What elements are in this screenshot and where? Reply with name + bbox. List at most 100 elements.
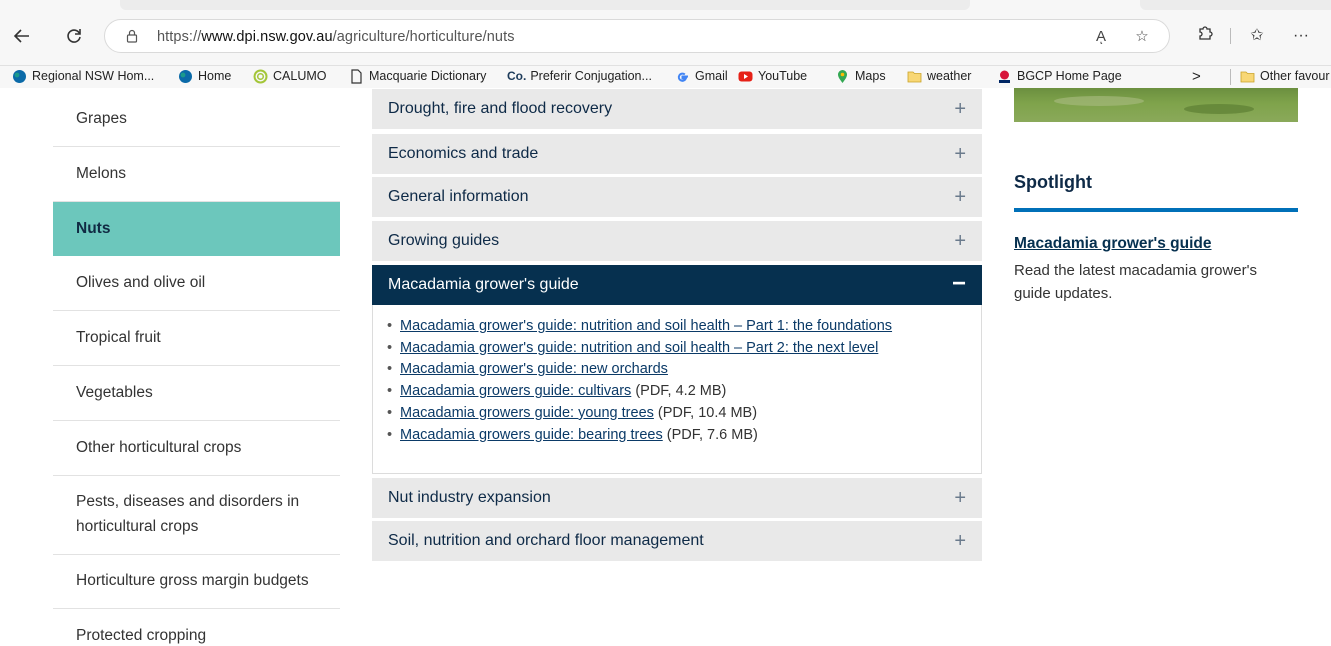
bookmark-label: YouTube [758, 69, 808, 83]
nsw-icon [999, 70, 1010, 83]
bookmark-label: BGCP Home Page [1017, 69, 1122, 83]
bookmark-bgcp[interactable]: BGCP Home Page [997, 66, 1122, 86]
sidenav-item-label: Other horticultural crops [76, 438, 242, 456]
bookmark-weather[interactable]: weather [907, 66, 971, 86]
accordion-panel-macadamia: • Macadamia grower's guide: nutrition and… [372, 305, 982, 474]
accordion-title: Nut industry expansion [388, 489, 551, 506]
accordion-title: Economics and trade [388, 145, 539, 162]
lock-icon[interactable] [125, 29, 139, 43]
bullet: • [387, 404, 393, 421]
plus-icon: + [954, 487, 966, 509]
link-bearing-trees[interactable]: Macadamia growers guide: bearing trees [400, 427, 663, 443]
home-site-icon [179, 69, 192, 83]
maps-icon [838, 69, 847, 83]
sidenav-item-melons[interactable]: Melons [53, 147, 340, 202]
sidenav-item-other-crops[interactable]: Other horticultural crops [53, 421, 340, 476]
sidenav-item-tropical-fruit[interactable]: Tropical fruit [53, 311, 340, 366]
bookmark-other-favourites[interactable]: Other favour [1240, 66, 1329, 86]
sidenav-item-pests[interactable]: Pests, diseases and disorders in horticu… [53, 476, 340, 555]
plus-icon: + [954, 530, 966, 552]
regional-nsw-icon [13, 69, 26, 83]
list-item: • Macadamia grower's guide: new orchards [387, 359, 981, 381]
accordion-title: Soil, nutrition and orchard floor manage… [388, 532, 704, 549]
sidenav-item-gross-margin[interactable]: Horticulture gross margin budgets [53, 555, 340, 609]
bullet: • [387, 426, 393, 443]
minus-icon: − [951, 270, 966, 297]
accordion-macadamia-growers-guide[interactable]: Macadamia grower's guide − [372, 265, 982, 305]
accordion-title: Macadamia grower's guide [388, 276, 579, 293]
link-suffix: (PDF, 7.6 MB) [662, 426, 758, 443]
sidenav-item-olives[interactable]: Olives and olive oil [53, 256, 340, 311]
plus-icon: + [954, 98, 966, 120]
bookmark-gmail[interactable]: Gmail [675, 66, 728, 86]
sidenav-item-label: Grapes [76, 109, 127, 127]
accordion-soil-nutrition[interactable]: Soil, nutrition and orchard floor manage… [372, 521, 982, 561]
sidenav-item-vegetables[interactable]: Vegetables [53, 366, 340, 421]
sidenav-item-label: Horticulture gross margin budgets [76, 572, 309, 590]
puzzle-icon [1199, 26, 1213, 40]
accordion-economics-trade[interactable]: Economics and trade + [372, 134, 982, 174]
bookmarks-bar: Regional NSW Hom... Home CALUMO Macquari… [0, 66, 1331, 88]
accordion-general-information[interactable]: General information + [372, 177, 982, 217]
sidenav-item-label: Olives and olive oil [76, 273, 206, 291]
co-icon: Co. [507, 68, 527, 83]
link-cultivars[interactable]: Macadamia growers guide: cultivars [400, 383, 631, 399]
accordion-growing-guides[interactable]: Growing guides + [372, 221, 982, 261]
refresh-icon [67, 29, 81, 43]
bullet: • [387, 383, 393, 400]
favourite-star-icon[interactable]: ☆ [1131, 26, 1153, 48]
bookmark-preferir[interactable]: Co. Preferir Conjugation... [507, 66, 652, 86]
link-new-orchards[interactable]: Macadamia grower's guide: new orchards [400, 361, 668, 377]
accordion-title: General information [388, 188, 529, 205]
url-text[interactable]: https://www.dpi.nsw.gov.au/agriculture/h… [157, 29, 515, 45]
image-detail [1054, 96, 1144, 106]
sidenav-item-nuts[interactable]: Nuts [53, 202, 340, 256]
bookmark-macquarie[interactable]: Macquarie Dictionary [349, 66, 486, 86]
url-prefix: https:// [157, 29, 202, 45]
google-icon [677, 72, 688, 82]
spotlight-divider [1014, 208, 1298, 212]
spotlight-heading: Spotlight [1014, 172, 1092, 192]
list-item: • Macadamia growers guide: cultivars (PDF… [387, 381, 981, 403]
link-nutrition-part-1[interactable]: Macadamia grower's guide: nutrition and … [400, 318, 892, 334]
sidenav-item-protected-cropping[interactable]: Protected cropping [53, 609, 340, 646]
spotlight-link[interactable]: Macadamia grower's guide [1014, 235, 1212, 253]
youtube-icon [738, 71, 753, 81]
more-options-icon[interactable]: ··· [1288, 23, 1314, 49]
bookmark-maps[interactable]: Maps [835, 66, 886, 86]
image-detail [1184, 104, 1254, 114]
bookmark-label: Maps [855, 69, 886, 83]
bookmark-home[interactable]: Home [178, 66, 231, 86]
bookmark-youtube[interactable]: YouTube [738, 66, 807, 86]
sidenav-item-grapes[interactable]: Grapes [53, 92, 340, 147]
accordion-title: Drought, fire and flood recovery [388, 100, 613, 117]
accordion-title: Growing guides [388, 232, 500, 249]
plus-icon: + [954, 143, 966, 165]
folder-icon [907, 71, 922, 82]
read-aloud-icon[interactable]: Aͅ [1090, 26, 1112, 48]
bookmark-label: Preferir Conjugation... [530, 69, 652, 83]
bookmark-label: Regional NSW Hom... [32, 69, 155, 83]
sidenav-item-label: Vegetables [76, 383, 153, 401]
back-button[interactable] [8, 22, 36, 50]
favourites-icon[interactable]: ✩ [1244, 23, 1270, 49]
active-tab-edge[interactable] [120, 0, 970, 10]
bullet: • [387, 318, 393, 334]
list-item: • Macadamia grower's guide: nutrition and… [387, 316, 981, 338]
sidenav-item-label: Protected cropping [76, 627, 207, 645]
bookmark-regional-nsw[interactable]: Regional NSW Hom... [12, 66, 154, 86]
inactive-tab-edge[interactable] [1140, 0, 1331, 10]
link-young-trees[interactable]: Macadamia growers guide: young trees [400, 405, 654, 421]
bookmark-calumo[interactable]: CALUMO [253, 66, 326, 86]
refresh-button[interactable] [60, 22, 88, 50]
bookmarks-overflow-button[interactable]: > [1192, 66, 1201, 86]
bookmark-label: Home [198, 69, 232, 83]
accordion-nut-industry-expansion[interactable]: Nut industry expansion + [372, 478, 982, 518]
list-item: • Macadamia growers guide: bearing trees … [387, 425, 981, 447]
link-nutrition-part-2[interactable]: Macadamia grower's guide: nutrition and … [400, 340, 878, 356]
accordion-drought-fire-flood[interactable]: Drought, fire and flood recovery + [372, 89, 982, 129]
extensions-icon[interactable] [1192, 23, 1218, 49]
sidenav-item-label: Nuts [76, 219, 111, 237]
address-bar[interactable]: https://www.dpi.nsw.gov.au/agriculture/h… [104, 19, 1170, 53]
bookmark-label: Macquarie Dictionary [369, 69, 487, 83]
